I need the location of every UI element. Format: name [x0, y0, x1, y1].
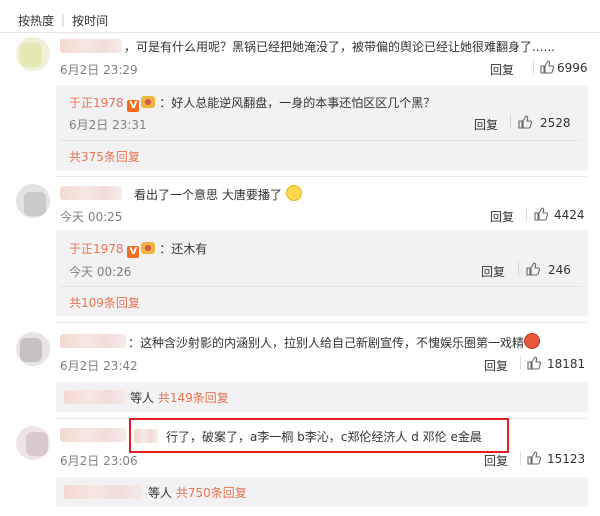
- divider: [56, 322, 588, 323]
- username-blurred[interactable]: [60, 334, 126, 348]
- avatar[interactable]: [16, 332, 50, 366]
- reply-text: ：还木有: [159, 242, 208, 256]
- like-count: 4424: [554, 208, 585, 222]
- like-icon[interactable]: [527, 356, 541, 370]
- replies-prefix: 等人: [148, 486, 173, 500]
- username-blurred[interactable]: [60, 428, 126, 442]
- action-divider: [526, 207, 527, 221]
- view-more-replies-link[interactable]: 共149条回复: [158, 391, 229, 405]
- divider: [0, 32, 600, 33]
- reply-button[interactable]: 回复: [484, 357, 508, 374]
- action-divider: [520, 356, 521, 370]
- replier-blurred: [64, 390, 126, 404]
- username-blurred[interactable]: [60, 186, 122, 200]
- comment-time: 今天 00:25: [60, 210, 123, 224]
- username-blurred[interactable]: [60, 39, 122, 53]
- replies-summary-text: 等人 共750条回复: [148, 484, 247, 501]
- comment-time: 6月2日 23:29: [60, 63, 138, 77]
- divider: [60, 140, 582, 141]
- smiley-emoji-icon: [285, 185, 302, 201]
- member-badge-icon: [141, 96, 156, 108]
- sub-reply: 于正1978 V ：好人总能逆风翻盘，一身的本事还怕区区几个黑？: [69, 94, 435, 112]
- avatar[interactable]: [16, 426, 50, 460]
- reply-button[interactable]: 回复: [490, 61, 514, 78]
- sub-reply: 于正1978 V ：还木有: [69, 240, 207, 258]
- like-icon[interactable]: [527, 451, 541, 465]
- sort-by-hot-tab[interactable]: 按热度: [18, 12, 54, 29]
- comment-text: 看出了一个意思 大唐要播了: [134, 185, 302, 203]
- member-badge-icon: [141, 242, 156, 254]
- sort-tab-divider: |: [61, 13, 66, 27]
- like-count: 6996: [557, 61, 588, 75]
- like-count: 18181: [547, 357, 586, 371]
- mention-blurred: [134, 429, 158, 443]
- reply-text: ：好人总能逆风翻盘，一身的本事还怕区区几个黑？: [159, 96, 436, 110]
- sort-by-time-tab[interactable]: 按时间: [72, 12, 108, 29]
- comment-text-content: ：这种含沙射影的内涵别人，拉别人给自己新剧宣传，不愧娱乐圈第一戏精: [128, 336, 525, 350]
- like-icon[interactable]: [540, 60, 554, 74]
- reply-username[interactable]: 于正1978: [69, 242, 124, 256]
- like-count: 2528: [540, 116, 571, 130]
- divider: [56, 176, 588, 177]
- comment-text: ，可是有什么用呢？黑锅已经把她淹没了，被带偏的舆论已经让她很难翻身了......: [124, 40, 555, 54]
- emoji-icon: [524, 333, 541, 349]
- like-icon[interactable]: [518, 115, 532, 129]
- replies-prefix: 等人: [130, 391, 155, 405]
- like-count: 15123: [547, 452, 586, 466]
- like-icon[interactable]: [534, 207, 548, 221]
- comment-text: 行了，破案了，a李一桐 b李沁，c郑伦经济人 d 邓伦 e金晨: [166, 430, 482, 444]
- view-more-replies-link[interactable]: 共109条回复: [69, 294, 140, 311]
- verified-icon: V: [127, 100, 140, 112]
- divider: [60, 286, 582, 287]
- comment-time: 6月2日 23:42: [60, 359, 138, 373]
- action-divider: [520, 451, 521, 465]
- action-divider: [518, 262, 519, 276]
- action-divider: [533, 60, 534, 74]
- reply-button[interactable]: 回复: [490, 208, 514, 225]
- verified-icon: V: [127, 246, 140, 258]
- reply-time: 今天 00:26: [69, 265, 132, 279]
- like-count: 246: [548, 263, 571, 277]
- comment-text-content: 看出了一个意思 大唐要播了: [134, 188, 282, 202]
- replies-summary-text: 等人 共149条回复: [130, 389, 229, 406]
- reply-username[interactable]: 于正1978: [69, 96, 124, 110]
- sort-tabs: 按热度 | 按时间: [18, 10, 108, 30]
- reply-button[interactable]: 回复: [481, 263, 505, 280]
- comment-text: ：这种含沙射影的内涵别人，拉别人给自己新剧宣传，不愧娱乐圈第一戏精: [128, 333, 541, 351]
- reply-button[interactable]: 回复: [474, 116, 498, 133]
- reply-time: 6月2日 23:31: [69, 118, 147, 132]
- view-more-replies-link[interactable]: 共375条回复: [69, 148, 140, 165]
- action-divider: [510, 115, 511, 129]
- avatar[interactable]: [16, 184, 50, 218]
- replier-blurred: [64, 485, 142, 499]
- reply-button[interactable]: 回复: [484, 452, 508, 469]
- comment-time: 6月2日 23:06: [60, 454, 138, 468]
- view-more-replies-link[interactable]: 共750条回复: [176, 486, 247, 500]
- like-icon[interactable]: [526, 262, 540, 276]
- avatar[interactable]: [16, 37, 50, 71]
